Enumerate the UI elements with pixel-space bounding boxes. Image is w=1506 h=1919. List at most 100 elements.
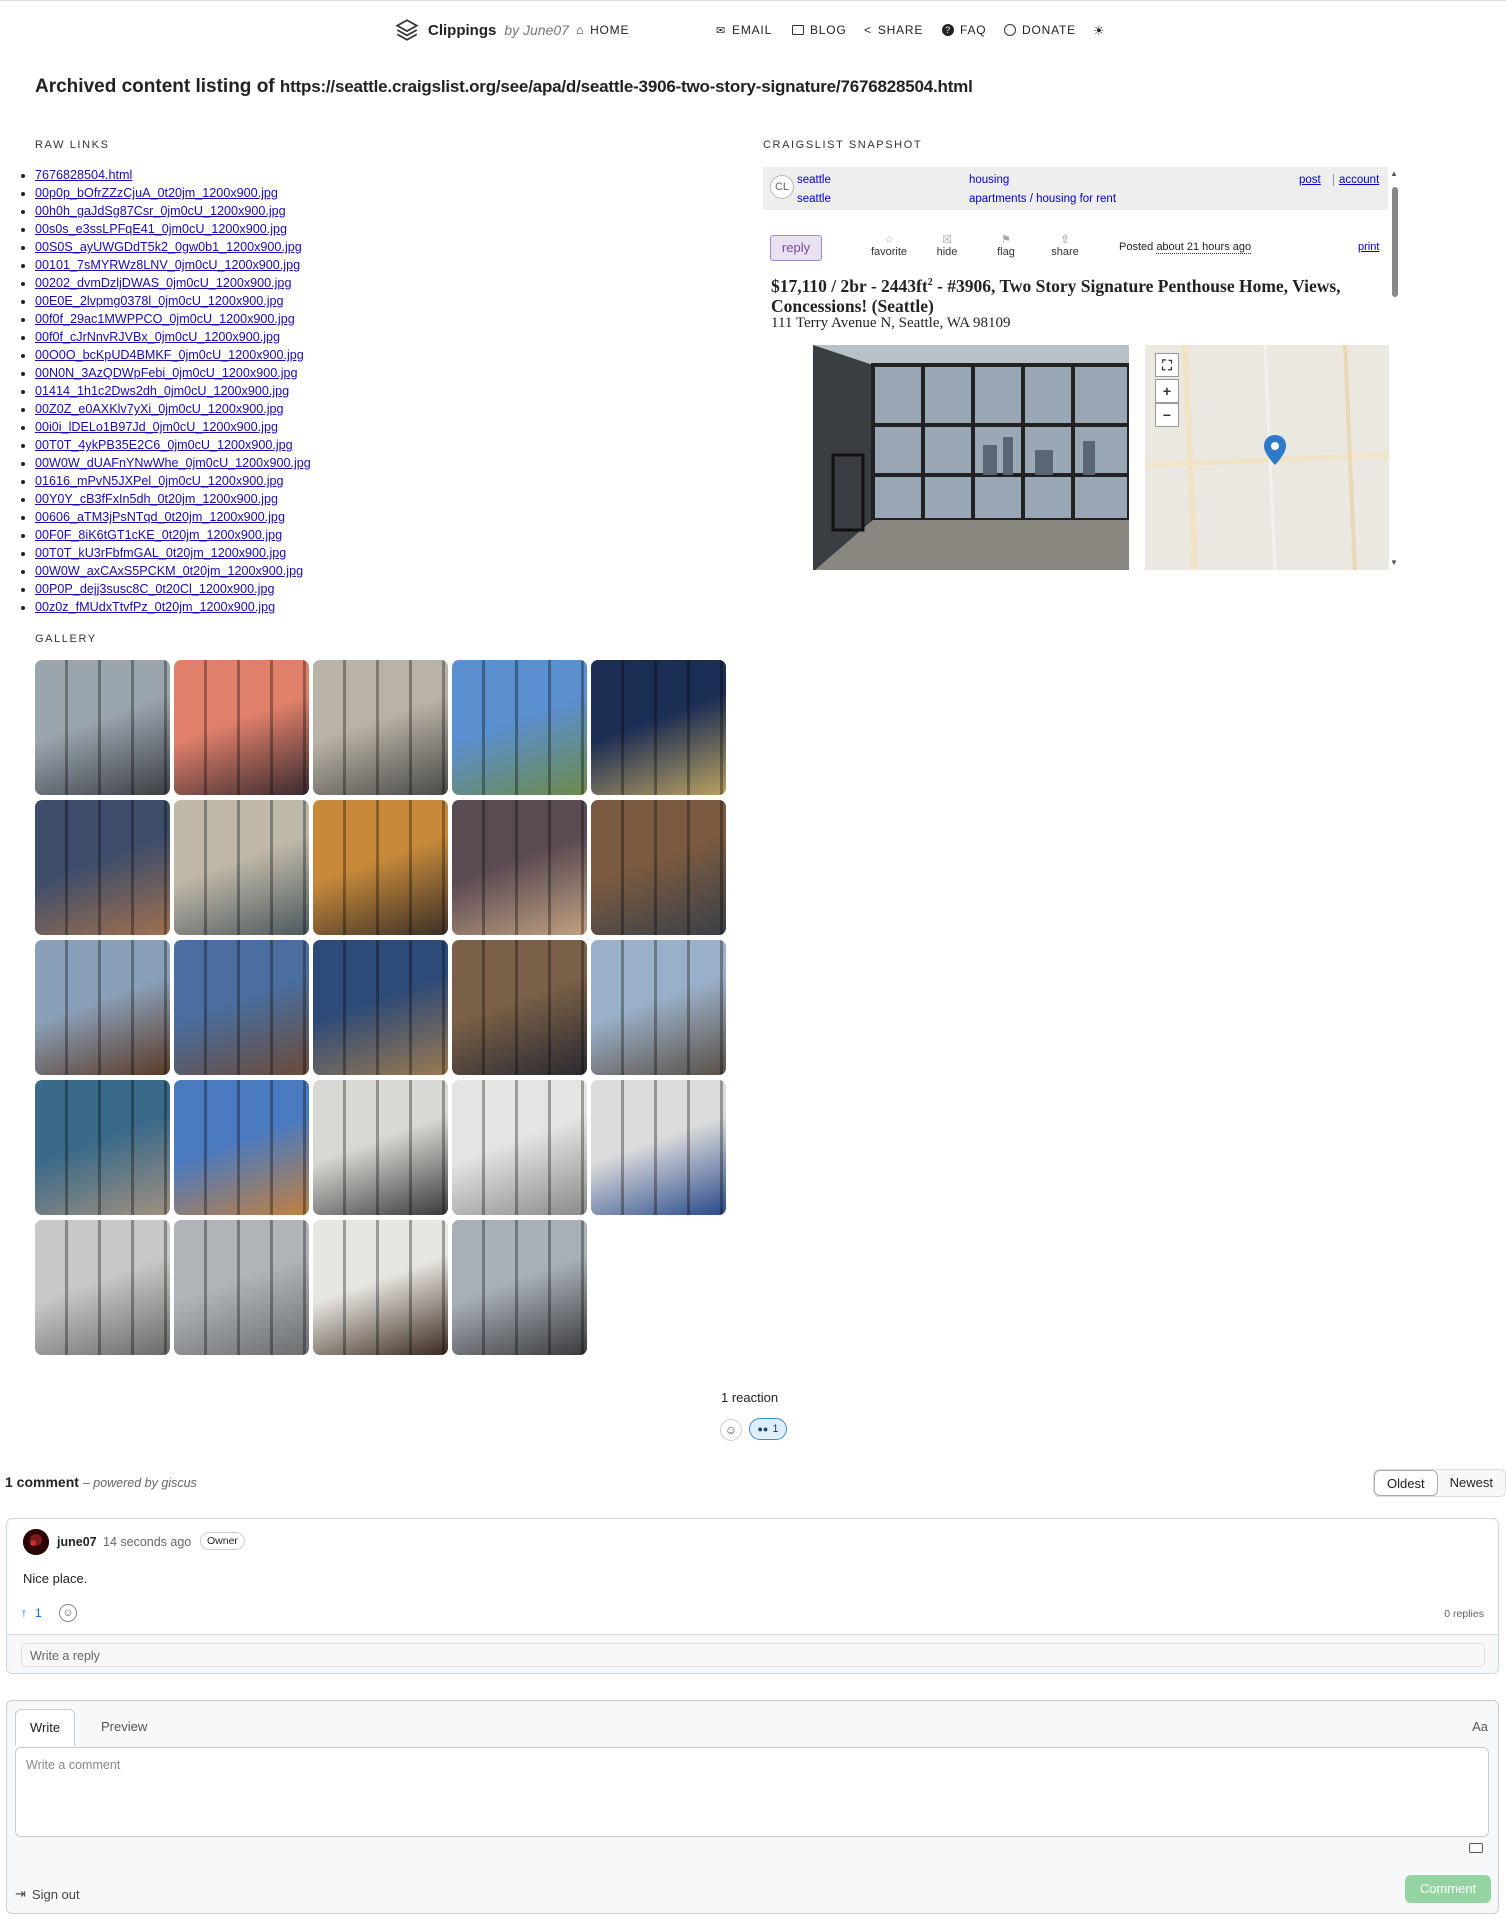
raw-link[interactable]: 00h0h_gaJdSg87Csr_0jm0cU_1200x900.jpg <box>35 204 286 218</box>
comment-time[interactable]: 14 seconds ago <box>103 1535 191 1549</box>
comment-submit-button[interactable]: Comment <box>1405 1875 1491 1903</box>
raw-link[interactable]: 00E0E_2lvpmg0378l_0jm0cU_1200x900.jpg <box>35 294 284 308</box>
gallery-photo[interactable] <box>313 940 448 1075</box>
map-fullscreen-button[interactable]: ⛶ <box>1155 353 1179 377</box>
cl-favorite-button[interactable]: ☆ favorite <box>864 233 914 258</box>
raw-link[interactable]: 00Z0Z_e0AXKlv7yXi_0jm0cU_1200x900.jpg <box>35 402 284 416</box>
map-pin-icon[interactable] <box>1264 435 1286 465</box>
raw-link[interactable]: 00F0F_8iK6tGT1cKE_0t20jm_1200x900.jpg <box>35 528 282 542</box>
cl-flag-button[interactable]: ⚑ flag <box>981 233 1031 258</box>
tab-preview[interactable]: Preview <box>87 1709 161 1745</box>
raw-link[interactable]: 00W0W_dUAFnYNwWhe_0jm0cU_1200x900.jpg <box>35 456 311 470</box>
brand-link[interactable]: Clippings by June07 <box>394 17 569 43</box>
gallery-photo[interactable] <box>35 800 170 935</box>
raw-link[interactable]: 01414_1h1c2Dws2dh_0jm0cU_1200x900.jpg <box>35 384 289 398</box>
gallery-photo[interactable] <box>174 1080 309 1215</box>
cl-print-link[interactable]: print <box>1358 241 1379 253</box>
scroll-down-icon[interactable]: ▼ <box>1390 558 1398 567</box>
upvote-button[interactable]: ↑ 1 <box>21 1606 42 1620</box>
nav-home[interactable]: ⌂ HOME <box>576 23 629 37</box>
raw-link[interactable]: 00N0N_3AzQDWpFebi_0jm0cU_1200x900.jpg <box>35 366 298 380</box>
raw-link[interactable]: 00202_dvmDzljDWAS_0jm0cU_1200x900.jpg <box>35 276 291 290</box>
tab-write[interactable]: Write <box>15 1709 76 1746</box>
theme-toggle[interactable]: ☀ <box>1093 23 1105 39</box>
gallery-photo[interactable] <box>452 660 587 795</box>
add-reaction-button[interactable]: ☺ <box>720 1419 742 1441</box>
gallery-photo[interactable] <box>591 800 726 935</box>
cl-scrollbar[interactable]: ▲ ▼ <box>1390 169 1399 567</box>
nav-blog[interactable]: BLOG <box>792 23 847 37</box>
reaction-pill[interactable]: ●● 1 <box>749 1418 787 1440</box>
raw-link[interactable]: 00S0S_ayUWGDdT5k2_0gw0b1_1200x900.jpg <box>35 240 302 254</box>
comment-reaction-button[interactable]: ☺ <box>59 1604 77 1622</box>
gallery-photo[interactable] <box>174 1220 309 1355</box>
comment-textarea[interactable]: Write a comment <box>15 1747 1489 1837</box>
reply-input[interactable]: Write a reply <box>21 1643 1485 1667</box>
raw-link[interactable]: 00s0s_e3ssLPFqE41_0jm0cU_1200x900.jpg <box>35 222 287 236</box>
cl-area-link[interactable]: seattle <box>797 174 831 186</box>
cl-account-link[interactable]: account <box>1333 174 1379 186</box>
format-toggle[interactable]: Aa <box>1472 1719 1488 1734</box>
gallery-photo[interactable] <box>313 1220 448 1355</box>
gallery-photo[interactable] <box>452 940 587 1075</box>
raw-link[interactable]: 00f0f_cJrNnvRJVBx_0jm0cU_1200x900.jpg <box>35 330 280 344</box>
cl-category-link[interactable]: housing <box>969 174 1009 186</box>
gallery-photo[interactable] <box>35 1080 170 1215</box>
cl-logo[interactable]: CL <box>770 175 794 199</box>
nav-faq[interactable]: ? FAQ <box>942 23 986 37</box>
raw-link[interactable]: 00606_aTM3jPsNTqd_0t20jm_1200x900.jpg <box>35 510 285 524</box>
gallery-photo[interactable] <box>591 1080 726 1215</box>
gallery-photo[interactable] <box>313 660 448 795</box>
gallery-photo[interactable] <box>35 940 170 1075</box>
raw-link[interactable]: 7676828504.html <box>35 168 132 182</box>
gallery-photo[interactable] <box>452 1220 587 1355</box>
gallery-photo[interactable] <box>174 800 309 935</box>
raw-link[interactable]: 00Y0Y_cB3fFxIn5dh_0t20jm_1200x900.jpg <box>35 492 278 506</box>
cl-share-button[interactable]: ⇧ share <box>1040 233 1090 258</box>
raw-link[interactable]: 00O0O_bcKpUD4BMKF_0jm0cU_1200x900.jpg <box>35 348 304 362</box>
raw-link[interactable]: 00101_7sMYRWz8LNV_0jm0cU_1200x900.jpg <box>35 258 300 272</box>
scroll-up-icon[interactable]: ▲ <box>1390 169 1398 178</box>
list-item: 00101_7sMYRWz8LNV_0jm0cU_1200x900.jpg <box>35 256 311 274</box>
raw-link[interactable]: 00z0z_fMUdxTtvfPz_0t20jm_1200x900.jpg <box>35 600 275 614</box>
gallery-photo[interactable] <box>174 660 309 795</box>
gallery-photo[interactable] <box>591 940 726 1075</box>
cl-post-link[interactable]: post <box>1299 174 1321 186</box>
raw-link[interactable]: 00T0T_kU3rFbfmGAL_0t20jm_1200x900.jpg <box>35 546 286 560</box>
sign-out-icon: ⇥ <box>15 1886 26 1901</box>
cl-subcategory-link[interactable]: apartments / housing for rent <box>969 193 1116 205</box>
cl-main-photo[interactable] <box>813 345 1131 570</box>
nav-share[interactable]: < SHARE <box>864 23 923 37</box>
gallery-photo[interactable] <box>313 800 448 935</box>
gallery-photo[interactable] <box>35 1220 170 1355</box>
map-zoom-in-button[interactable]: + <box>1155 379 1179 403</box>
raw-link[interactable]: 00p0p_bOfrZZzCjuA_0t20jm_1200x900.jpg <box>35 186 278 200</box>
raw-link[interactable]: 01616_mPvN5JXPel_0jm0cU_1200x900.jpg <box>35 474 284 488</box>
list-item: 00E0E_2lvpmg0378l_0jm0cU_1200x900.jpg <box>35 292 311 310</box>
gallery-photo[interactable] <box>452 800 587 935</box>
comment-author[interactable]: june07 <box>57 1535 97 1549</box>
raw-link[interactable]: 00W0W_axCAxS5PCKM_0t20jm_1200x900.jpg <box>35 564 303 578</box>
gallery-photo[interactable] <box>35 660 170 795</box>
sort-oldest-button[interactable]: Oldest <box>1374 1470 1438 1496</box>
map-zoom-out-button[interactable]: − <box>1155 403 1179 427</box>
raw-link[interactable]: 00i0i_lDELo1B97Jd_0jm0cU_1200x900.jpg <box>35 420 278 434</box>
avatar[interactable] <box>23 1529 49 1555</box>
gallery-photo[interactable] <box>174 940 309 1075</box>
raw-link[interactable]: 00f0f_29ac1MWPPCO_0jm0cU_1200x900.jpg <box>35 312 295 326</box>
gallery-photo[interactable] <box>452 1080 587 1215</box>
nav-donate[interactable]: DONATE <box>1004 23 1076 37</box>
gallery-photo[interactable] <box>313 1080 448 1215</box>
sign-out-button[interactable]: ⇥ Sign out <box>15 1886 80 1902</box>
sort-newest-button[interactable]: Newest <box>1438 1470 1505 1496</box>
cl-hide-button[interactable]: ☒ hide <box>922 233 972 258</box>
craigslist-snapshot[interactable]: CL seattle seattle housing apartments / … <box>763 165 1399 570</box>
raw-link[interactable]: 00P0P_dejj3susc8C_0t20Cl_1200x900.jpg <box>35 582 274 596</box>
cl-map[interactable]: ⛶ + − <box>1145 345 1389 570</box>
nav-email[interactable]: ✉ EMAIL <box>716 23 772 37</box>
raw-link[interactable]: 00T0T_4ykPB35E2C6_0jm0cU_1200x900.jpg <box>35 438 293 452</box>
cl-area-link-2[interactable]: seattle <box>797 193 831 205</box>
cl-reply-button[interactable]: reply <box>770 235 822 261</box>
gallery-photo[interactable] <box>591 660 726 795</box>
scroll-thumb[interactable] <box>1392 187 1398 297</box>
